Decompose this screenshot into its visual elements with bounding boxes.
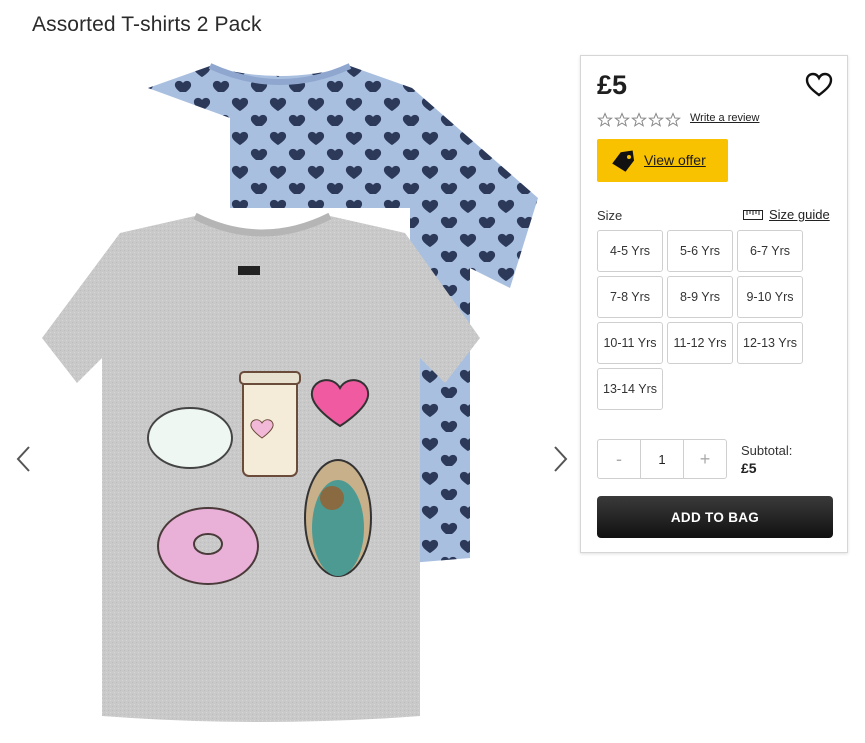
quantity-input[interactable] <box>640 440 684 478</box>
subtotal-value: £5 <box>741 460 757 476</box>
size-option[interactable]: 12-13 Yrs <box>737 322 803 364</box>
product-image <box>42 63 538 722</box>
decrement-button[interactable]: - <box>598 440 640 478</box>
ruler-icon <box>743 209 763 220</box>
rating-stars <box>597 112 681 128</box>
size-guide-label: Size guide <box>769 207 830 222</box>
tag-icon <box>612 150 635 172</box>
size-option[interactable]: 5-6 Yrs <box>667 230 733 272</box>
size-guide-link[interactable]: Size guide <box>743 207 830 222</box>
size-option[interactable]: 9-10 Yrs <box>737 276 803 318</box>
increment-button[interactable]: + <box>684 440 726 478</box>
size-option[interactable]: 11-12 Yrs <box>667 322 733 364</box>
quantity-stepper: - + <box>597 439 727 479</box>
product-title: Assorted T-shirts 2 Pack <box>32 13 262 36</box>
size-option[interactable]: 6-7 Yrs <box>737 230 803 272</box>
write-review-link[interactable]: Write a review <box>690 112 759 124</box>
empty-star-icon <box>665 112 681 127</box>
size-label: Size <box>597 208 623 223</box>
chevron-right-icon[interactable] <box>550 444 570 474</box>
product-price: £5 <box>597 70 628 100</box>
size-option[interactable]: 13-14 Yrs <box>597 368 663 410</box>
size-option[interactable]: 7-8 Yrs <box>597 276 663 318</box>
empty-star-icon <box>631 112 647 127</box>
add-to-bag-button[interactable]: ADD TO BAG <box>597 496 833 538</box>
chevron-left-icon[interactable] <box>14 444 34 474</box>
empty-star-icon <box>648 112 664 127</box>
size-option[interactable]: 8-9 Yrs <box>667 276 733 318</box>
view-offer-button[interactable]: View offer <box>597 139 728 182</box>
product-gallery <box>0 48 580 738</box>
view-offer-label: View offer <box>644 152 706 168</box>
empty-star-icon <box>614 112 630 127</box>
subtotal-label: Subtotal: <box>741 443 793 458</box>
size-option[interactable]: 4-5 Yrs <box>597 230 663 272</box>
size-option[interactable]: 10-11 Yrs <box>597 322 663 364</box>
purchase-panel: £5 Write a review View offer Size Size g… <box>580 55 848 553</box>
heart-icon[interactable] <box>805 72 833 98</box>
empty-star-icon <box>597 112 613 127</box>
size-options: 4-5 Yrs 5-6 Yrs 6-7 Yrs 7-8 Yrs 8-9 Yrs … <box>597 230 803 410</box>
